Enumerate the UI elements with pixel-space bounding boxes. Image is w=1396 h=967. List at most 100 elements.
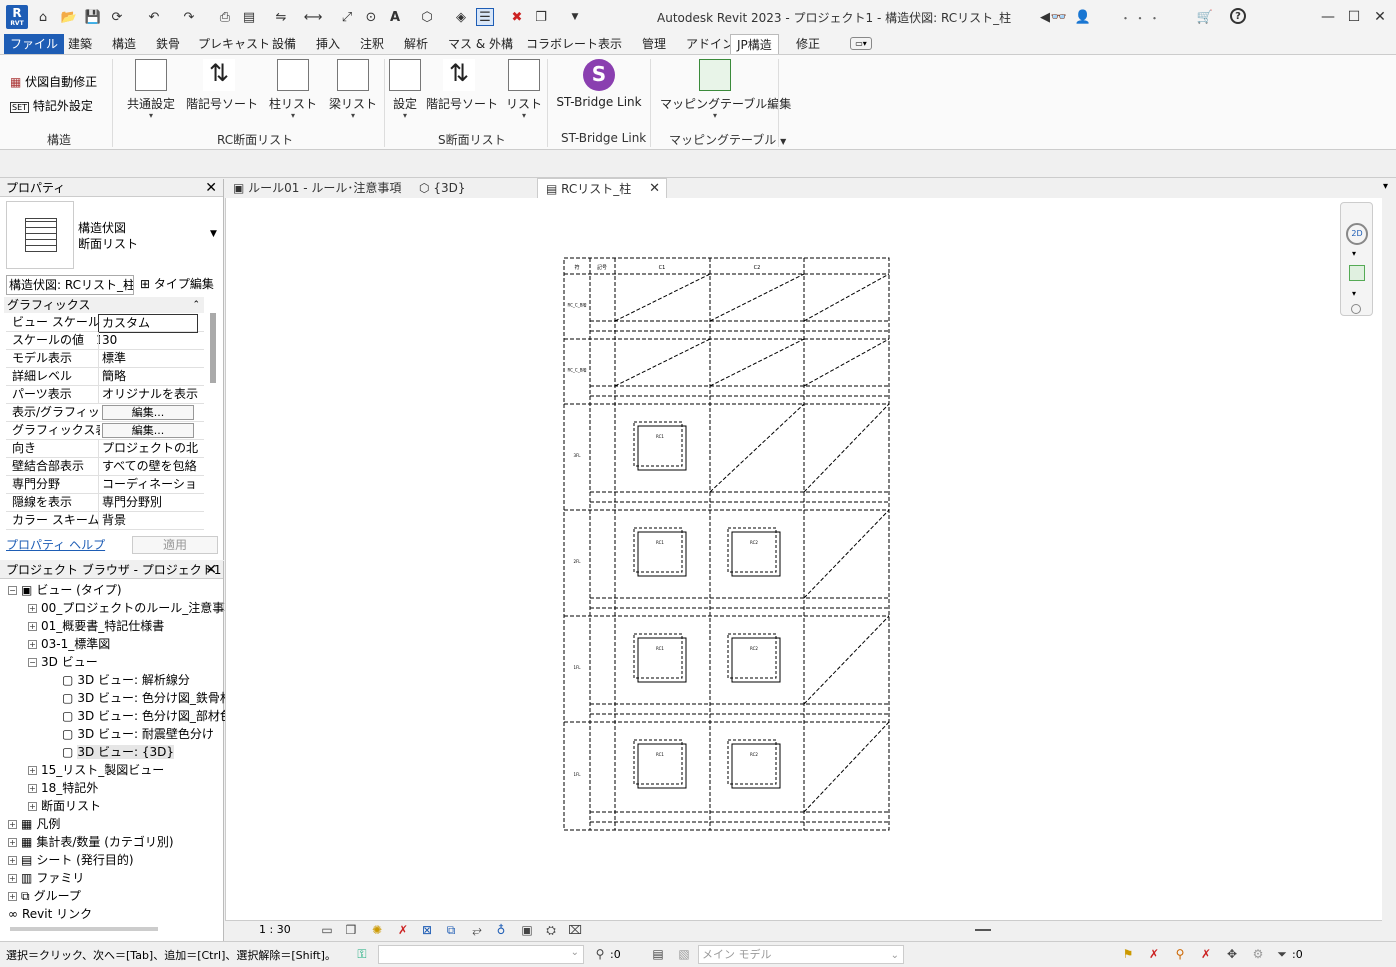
view-control-handle[interactable] — [975, 929, 991, 931]
property-value[interactable]: すべての壁を包絡 — [98, 458, 198, 475]
dimension-icon[interactable]: ⟷ — [304, 8, 323, 26]
tag-icon[interactable]: ⊙ — [362, 8, 380, 26]
property-row[interactable]: 表示/グラフィッ...編集... — [6, 404, 204, 422]
ribbon-toggle-icon[interactable]: ▭▾ — [850, 37, 872, 50]
tab-4[interactable]: プレキャスト — [192, 34, 276, 54]
expand-icon[interactable]: + — [28, 766, 37, 775]
tab-1[interactable]: 建築 — [62, 34, 98, 54]
tree-node[interactable]: + ▦ 凡例 — [8, 815, 60, 833]
worksets-icon[interactable]: ⚿ — [354, 946, 370, 962]
user-icon[interactable]: 👤 — [1074, 8, 1092, 26]
view-scale[interactable]: 1 : 30 — [259, 923, 291, 936]
expand-icon[interactable]: + — [8, 820, 17, 829]
browser-hscroll[interactable] — [10, 927, 158, 931]
pdf-icon[interactable]: ▤ — [240, 8, 258, 26]
crop-view-icon[interactable]: ⊠ — [419, 922, 435, 938]
constraints-icon[interactable]: ⌧ — [567, 922, 583, 938]
reveal-hidden-icon[interactable]: ▣ — [519, 922, 535, 938]
property-value[interactable]: オリジナルを表示 — [98, 386, 198, 403]
cart-icon[interactable]: 🛒 — [1196, 8, 1214, 26]
expand-icon[interactable]: + — [28, 622, 37, 631]
s-list-button[interactable]: リスト ▾ — [504, 59, 544, 120]
customize-icon[interactable]: ▼ — [566, 8, 584, 26]
editable-only-icon[interactable]: ▤ — [650, 946, 666, 962]
tab-11[interactable]: 表示 — [592, 34, 628, 54]
tree-node[interactable]: ▢ 3D ビュー: 耐震壁色分け — [62, 725, 214, 743]
expand-icon[interactable]: + — [8, 856, 17, 865]
property-value[interactable]: 標準 — [98, 350, 198, 367]
switch-windows-icon[interactable]: ❐ — [532, 8, 550, 26]
tree-node[interactable]: +01_概要書_特記仕様書 — [28, 617, 164, 635]
expand-icon[interactable]: + — [28, 802, 37, 811]
s-settings-button[interactable]: 設定 ▾ — [388, 59, 422, 120]
tab-7[interactable]: 注釈 — [354, 34, 390, 54]
tree-node[interactable]: +00_プロジェクトのルール_注意事項 — [28, 599, 236, 617]
property-row[interactable]: グラフィックス表...編集... — [6, 422, 204, 440]
tree-node[interactable]: + ▦ 集計表/数量 (カテゴリ別) — [8, 833, 174, 851]
tabs-menu-icon[interactable]: ▾ — [1383, 181, 1388, 192]
collapse-icon[interactable]: − — [8, 586, 17, 595]
select-underlay-icon[interactable]: ✗ — [1146, 946, 1162, 962]
tab-2[interactable]: 構造 — [106, 34, 142, 54]
panel-title-mapping[interactable]: マッピングテーブル ▼ — [669, 131, 786, 148]
property-value[interactable]: コーディネーション — [98, 476, 198, 493]
tab-5[interactable]: 設備 — [266, 34, 302, 54]
edit-button[interactable]: 編集... — [102, 423, 194, 438]
tree-node[interactable]: + ▥ ファミリ — [8, 869, 84, 887]
mapping-edit-button[interactable]: マッピングテーブル編集 ▾ — [660, 59, 791, 120]
tab-12[interactable]: 管理 — [636, 34, 672, 54]
align-icon[interactable]: ⇋ — [272, 8, 290, 26]
tree-node[interactable]: ▢ 3D ビュー: 解析線分 — [62, 671, 190, 689]
column-list-button[interactable]: 柱リスト ▾ — [266, 59, 320, 120]
floor-sort-button[interactable]: ⇅ 階記号ソート — [186, 59, 258, 112]
auto-fix-button[interactable]: ▦ 伏図自動修正 — [10, 73, 97, 90]
property-row[interactable]: パーツ表示 オリジナルを表示 — [6, 386, 204, 404]
3d-view-icon[interactable]: ⬡ — [418, 8, 436, 26]
2d-wheel-icon[interactable]: 2D — [1346, 223, 1368, 245]
s-floor-sort-button[interactable]: ⇅ 階記号ソート — [426, 59, 498, 112]
revit-logo[interactable]: R RVT — [6, 5, 28, 29]
type-dropdown-icon[interactable]: ▼ — [210, 229, 217, 239]
tab-15[interactable]: 修正 — [790, 34, 826, 54]
tab-8[interactable]: 解析 — [398, 34, 434, 54]
background-process-icon[interactable]: ⚙ — [1250, 946, 1266, 962]
canvas-scrollbar[interactable] — [1382, 198, 1396, 920]
close-tab-icon[interactable]: ✕ — [649, 179, 660, 199]
tab-rc-list[interactable]: ▤ RCリスト_柱 ✕ — [537, 178, 667, 198]
print-icon[interactable]: ⎙ — [216, 8, 234, 26]
sync-icon[interactable]: ⟳ — [108, 8, 126, 26]
tree-node[interactable]: − ▣ ビュー (タイプ) — [8, 581, 122, 599]
tab-3[interactable]: 鉄骨 — [150, 34, 186, 54]
tree-node[interactable]: ▢ 3D ビュー: 色分け図_部材色 — [62, 707, 232, 725]
nav-options-icon[interactable] — [1351, 304, 1361, 314]
tab-9[interactable]: マス & 外構 — [442, 34, 519, 54]
zoom-region-icon[interactable] — [1349, 265, 1365, 281]
common-settings-button[interactable]: 共通設定 ▾ — [124, 59, 178, 120]
expand-icon[interactable]: + — [28, 784, 37, 793]
maximize-button[interactable]: ☐ — [1342, 6, 1366, 28]
apply-button[interactable]: 適用 — [132, 536, 218, 554]
tab-6[interactable]: 挿入 — [310, 34, 346, 54]
st-bridge-button[interactable]: S ST-Bridge Link — [556, 59, 642, 109]
props-scrollbar[interactable] — [210, 313, 216, 383]
instance-selector[interactable]: 構造伏図: RCリスト_柱 ⌄ — [6, 275, 134, 295]
show-crop-icon[interactable]: ⧉ — [443, 922, 459, 938]
close-icon[interactable]: ✕ — [205, 561, 217, 579]
property-row[interactable]: カラー スキームの...背景 — [6, 512, 204, 530]
tree-node[interactable]: −3D ビュー — [28, 653, 98, 671]
design-option-dropdown[interactable]: メイン モデル ⌄ — [698, 945, 904, 964]
minimize-button[interactable]: — — [1316, 6, 1340, 28]
unlocked-3d-icon[interactable]: ⥂ — [469, 922, 485, 938]
property-value[interactable]: カスタム — [98, 314, 198, 333]
tab-14[interactable]: JP構造 — [730, 34, 779, 54]
help-icon[interactable]: ? — [1230, 8, 1246, 24]
graphics-section-header[interactable]: グラフィックス ⌃ — [4, 297, 204, 313]
home-icon[interactable]: ⌂ — [34, 8, 52, 26]
workset-dropdown[interactable]: ⌄ — [378, 945, 584, 964]
binoculars-icon[interactable]: 👓 — [1050, 8, 1068, 26]
property-row[interactable]: 隠線を表示 専門分野別 — [6, 494, 204, 512]
filter-icon[interactable]: ⏷ — [1274, 946, 1290, 962]
close-hidden-icon[interactable]: ✖ — [508, 8, 526, 26]
property-row[interactable]: スケールの値 1: 30 — [6, 332, 204, 350]
expand-icon[interactable]: + — [8, 892, 17, 901]
